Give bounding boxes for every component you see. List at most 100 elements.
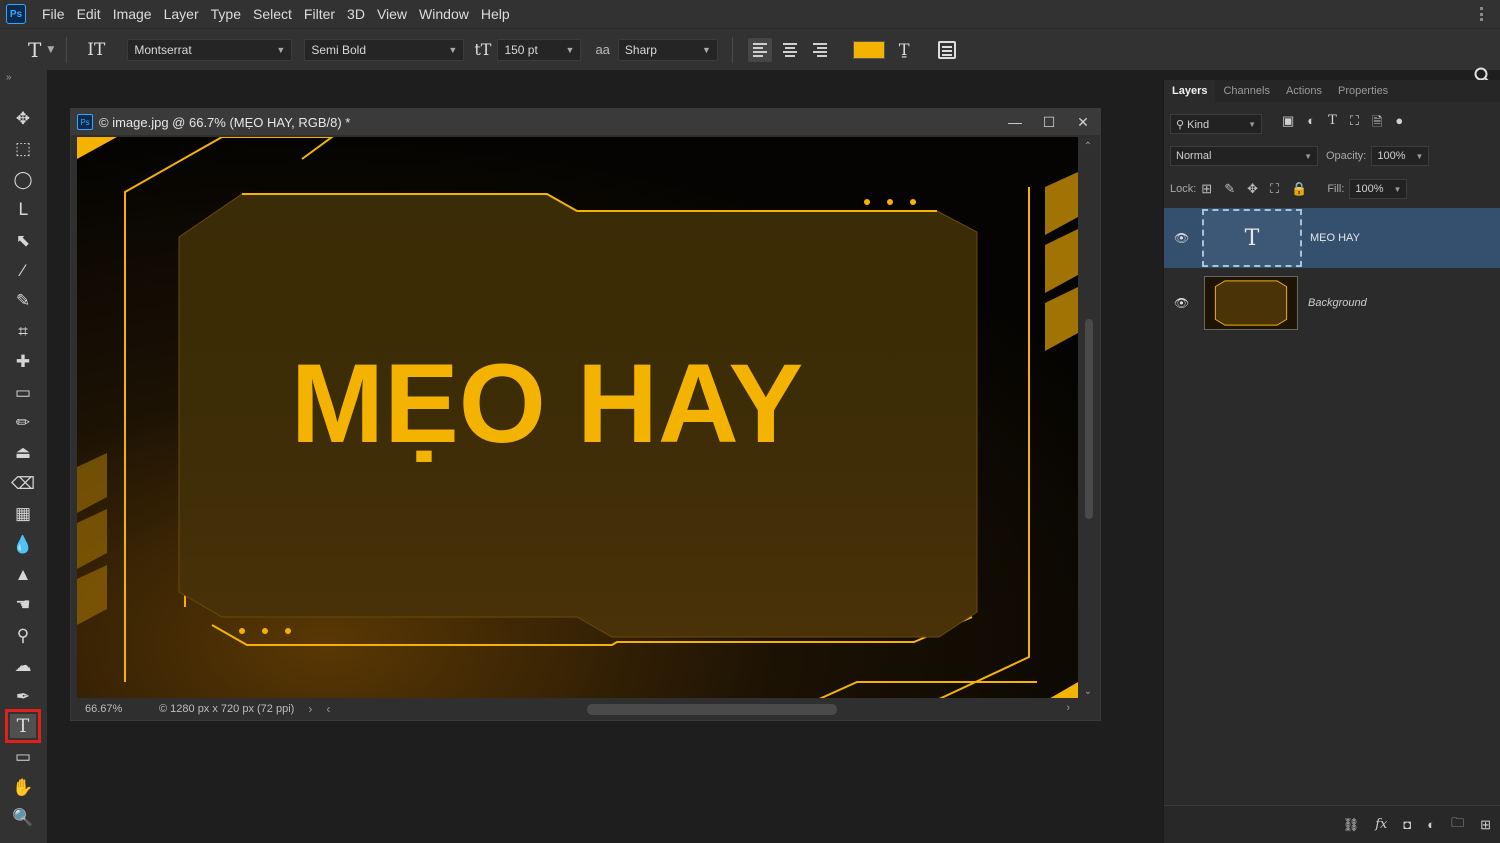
tab-actions[interactable]: Actions (1278, 80, 1330, 102)
visibility-eye-icon[interactable]: 👁 (1174, 231, 1190, 245)
status-menu-arrow-icon[interactable]: › (308, 702, 312, 716)
link-icon[interactable]: ⛓ (1343, 817, 1360, 833)
object-select-tool-icon[interactable]: ⬉ (10, 228, 36, 252)
layer-name[interactable]: Background (1308, 297, 1367, 309)
lock-position-icon[interactable]: ✥ (1247, 181, 1258, 197)
menu-layer[interactable]: Layer (158, 0, 205, 28)
lock-transparent-icon[interactable]: ⊞ (1201, 181, 1212, 197)
text-color-swatch[interactable] (852, 40, 885, 59)
scroll-up-icon[interactable]: ⌃ (1082, 141, 1094, 152)
fill-field[interactable]: 100% ▼ (1349, 179, 1408, 199)
visibility-eye-icon[interactable]: 👁 (1174, 296, 1190, 310)
type-tool-icon[interactable]: T (5, 709, 41, 743)
frame-tool-icon[interactable]: ▭ (10, 380, 36, 404)
filter-type-icon[interactable]: T (1328, 113, 1337, 135)
menu-select[interactable]: Select (247, 0, 298, 28)
tool-preset-picker[interactable]: T ▼ (28, 38, 54, 62)
font-size-select[interactable]: 150 pt ▼ (497, 38, 582, 61)
scroll-right-icon[interactable]: › (1066, 702, 1070, 714)
menu-view[interactable]: View (371, 0, 413, 28)
lock-artboard-icon[interactable]: ⛶ (1270, 181, 1279, 197)
warp-text-icon[interactable]: Ṯ (899, 40, 910, 59)
blur-tool-icon[interactable]: 💧 (10, 532, 36, 556)
fx-icon[interactable]: fx (1375, 817, 1387, 832)
hand-tool-icon[interactable]: ✋ (10, 775, 36, 799)
sponge-tool-icon[interactable]: ☁ (10, 653, 36, 677)
menu-filter[interactable]: Filter (298, 0, 341, 28)
layers-panel-footer: ⛓ fx ◘ ◐ 🗀 ⊞ (1164, 805, 1500, 843)
filter-pixel-icon[interactable]: ▣ (1282, 113, 1294, 135)
layer-row-background[interactable]: 👁 Background (1164, 273, 1500, 333)
quick-select-tool-icon[interactable]: ✎ (10, 288, 36, 312)
lock-row: Lock: ⊞ ✎ ✥ ⛶ 🔒 Fill: 100% ▼ (1170, 179, 1408, 199)
tab-properties[interactable]: Properties (1330, 80, 1396, 102)
filter-toggle-icon[interactable]: ● (1395, 113, 1403, 135)
crop-tool-icon[interactable]: ⌗ (10, 319, 36, 343)
lasso-tool-icon[interactable]: ᒪ (10, 197, 36, 221)
align-left-button[interactable] (747, 37, 772, 62)
character-panel-icon[interactable] (937, 40, 956, 59)
smudge-tool-icon[interactable]: ☚ (10, 592, 36, 616)
horizontal-scroll-thumb[interactable] (587, 704, 837, 715)
menu-bar: Ps File Edit Image Layer Type Select Fil… (0, 0, 1500, 28)
zoom-level[interactable]: 66.67% (85, 703, 145, 715)
menu-file[interactable]: File (36, 0, 71, 28)
menu-help[interactable]: Help (475, 0, 516, 28)
eraser-tool-icon[interactable]: ⌫ (10, 471, 36, 495)
collapse-toolbar-icon[interactable]: » (6, 72, 12, 83)
layers-panel: Layers Channels Actions Properties ⚲ Kin… (1163, 80, 1500, 843)
lock-all-icon[interactable]: 🔒 (1291, 181, 1307, 197)
scroll-left-icon[interactable]: ‹ (326, 702, 330, 716)
clone-stamp-tool-icon[interactable]: ⏏ (10, 440, 36, 464)
zoom-tool-icon[interactable]: 🔍 (10, 805, 36, 829)
ellipse-marquee-tool-icon[interactable]: ◯ (10, 167, 36, 191)
menu-3d[interactable]: 3D (341, 0, 371, 28)
group-folder-icon[interactable]: 🗀 (1451, 814, 1464, 836)
menu-type[interactable]: Type (205, 0, 247, 28)
vertical-scroll-thumb[interactable] (1085, 319, 1093, 519)
maximize-icon[interactable]: ☐ (1042, 114, 1056, 131)
filter-adjustment-icon[interactable]: ◐ (1307, 113, 1315, 135)
toggle-text-orientation-icon[interactable]: IT (87, 40, 105, 60)
opacity-field[interactable]: 100% ▼ (1371, 146, 1430, 166)
lock-paint-icon[interactable]: ✎ (1224, 181, 1235, 197)
menu-image[interactable]: Image (107, 0, 158, 28)
pen-tool-icon[interactable]: ✒ (10, 684, 36, 708)
gradient-tool-icon[interactable]: ▦ (10, 501, 36, 525)
align-right-button[interactable] (808, 38, 832, 62)
filter-smart-object-icon[interactable]: 🗎 (1372, 113, 1382, 135)
antialias-select[interactable]: Sharp ▼ (617, 38, 718, 61)
window-controls-icon[interactable] (1480, 7, 1484, 21)
marquee-tool-icon[interactable]: ⬚ (10, 136, 36, 160)
mask-icon[interactable]: ◘ (1403, 817, 1411, 832)
tab-channels[interactable]: Channels (1215, 80, 1277, 102)
document-canvas[interactable]: MẸO HAY (77, 137, 1078, 700)
healing-brush-tool-icon[interactable]: ✚ (10, 349, 36, 373)
menu-edit[interactable]: Edit (71, 0, 107, 28)
chevron-down-icon: ▼ (565, 44, 575, 55)
font-family-select[interactable]: Montserrat ▼ (127, 38, 293, 61)
align-center-button[interactable] (778, 38, 802, 62)
magic-wand-tool-icon[interactable]: ⁄ (10, 258, 36, 282)
new-layer-icon[interactable]: ⊞ (1480, 817, 1491, 833)
dodge-tool-icon[interactable]: ⚲ (10, 623, 36, 647)
adjustment-icon[interactable]: ◐ (1427, 817, 1435, 832)
font-style-select[interactable]: Semi Bold ▼ (304, 38, 465, 61)
blend-mode-select[interactable]: Normal ▼ (1170, 146, 1318, 166)
close-icon[interactable]: ✕ (1076, 114, 1090, 131)
menu-window[interactable]: Window (413, 0, 475, 28)
document-tab[interactable]: Ps © image.jpg @ 66.7% (MẸO HAY, RGB/8) … (71, 109, 1100, 135)
canvas-title-text: MẸO HAY (291, 341, 803, 466)
move-tool-icon[interactable]: ✥ (10, 106, 36, 130)
filter-kind-select[interactable]: ⚲ Kind ▼ (1170, 114, 1262, 134)
layer-row-text[interactable]: 👁 T MẸO HAY (1164, 208, 1500, 268)
minimize-icon[interactable]: — (1008, 114, 1022, 130)
filter-shape-icon[interactable]: ⛶ (1350, 113, 1359, 135)
tab-layers[interactable]: Layers (1164, 80, 1216, 102)
sharpen-tool-icon[interactable]: ▲ (10, 562, 36, 586)
brush-tool-icon[interactable]: ✏ (10, 410, 36, 434)
rectangle-tool-icon[interactable]: ▭ (10, 744, 36, 768)
layer-name[interactable]: MẸO HAY (1310, 232, 1360, 244)
vertical-scrollbar[interactable]: ⌃ ⌄ (1082, 139, 1094, 699)
scroll-down-icon[interactable]: ⌄ (1082, 686, 1094, 697)
